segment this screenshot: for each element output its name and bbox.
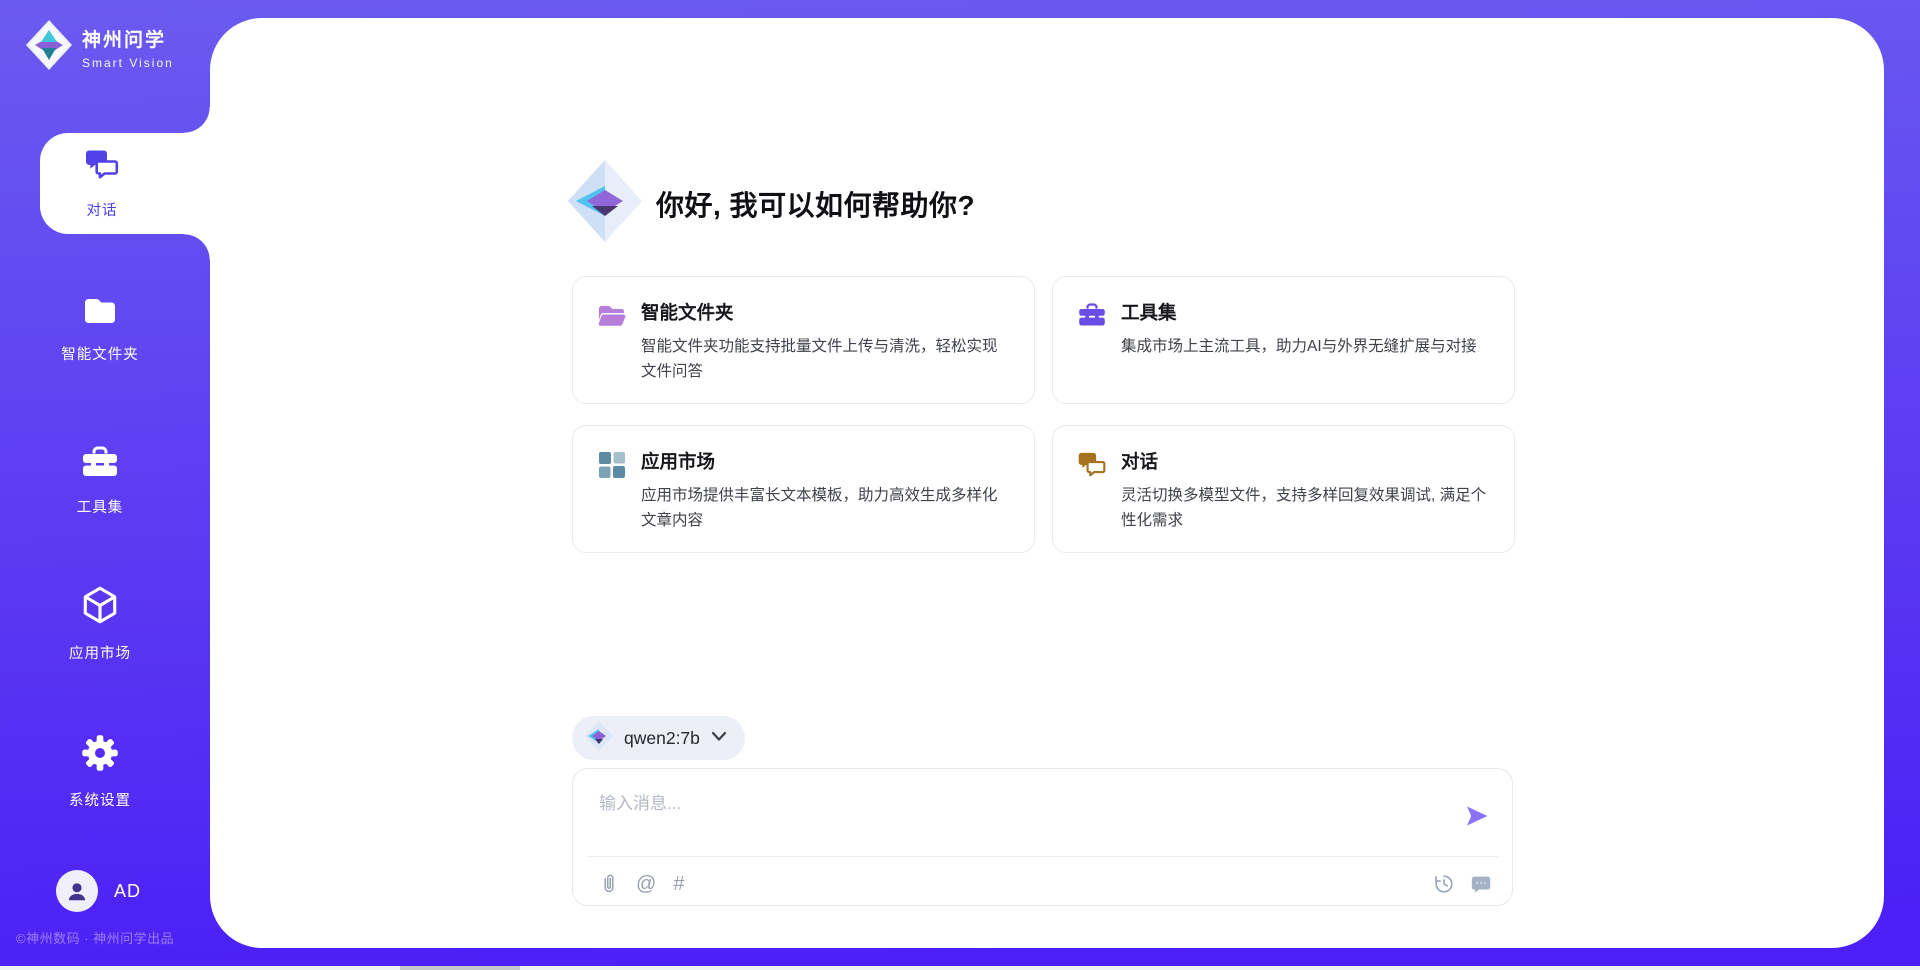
grid-icon [597, 450, 627, 534]
sidebar-item-label: 系统设置 [69, 789, 131, 810]
brand-name: 神州问学 [82, 25, 174, 52]
sidebar-item-label: 工具集 [77, 496, 124, 517]
copyright-footer: ©神州数码 · 神州问学出品 [16, 928, 174, 947]
greeting: 你好, 我可以如何帮助你? [568, 160, 975, 247]
comment-icon [1470, 873, 1492, 895]
main-content-panel: 你好, 我可以如何帮助你? 智能文件夹 智能文件夹功能支持批量文件上传与清洗，轻… [210, 18, 1884, 948]
chevron-down-icon [711, 729, 727, 747]
card-smart-folder[interactable]: 智能文件夹 智能文件夹功能支持批量文件上传与清洗，轻松实现文件问答 [572, 276, 1035, 404]
composer-toolbar: @ # [599, 868, 1492, 900]
sidebar-item-app-market[interactable]: 应用市场 [0, 584, 200, 663]
feature-cards: 智能文件夹 智能文件夹功能支持批量文件上传与清洗，轻松实现文件问答 工具集 集成… [572, 276, 1516, 553]
card-description: 智能文件夹功能支持批量文件上传与清洗，轻松实现文件问答 [641, 334, 1008, 384]
user-initials: AD [114, 881, 141, 902]
composer-divider [587, 856, 1498, 857]
sidebar-item-chat[interactable]: 对话 [40, 133, 210, 234]
hashtag-button[interactable]: # [673, 874, 684, 894]
avatar [56, 870, 98, 912]
card-chat[interactable]: 对话 灵活切换多模型文件，支持多样回复效果调试, 满足个性化需求 [1052, 425, 1515, 553]
chat-bubbles-icon [1077, 450, 1107, 534]
user-profile[interactable]: AD [56, 870, 141, 912]
chat-bubbles-icon [84, 147, 120, 188]
history-button[interactable] [1433, 873, 1455, 895]
model-name: qwen2:7b [624, 728, 700, 749]
app-logo: 神州问学 Smart Vision [26, 20, 174, 75]
gear-icon [80, 733, 120, 778]
toolbox-icon [1077, 301, 1107, 385]
hashtag-icon: # [673, 873, 684, 895]
message-input[interactable] [587, 779, 1452, 851]
card-toolset[interactable]: 工具集 集成市场上主流工具，助力AI与外界无缝扩展与对接 [1052, 276, 1515, 404]
sidebar-item-toolset[interactable]: 工具集 [0, 444, 200, 517]
card-title: 应用市场 [641, 448, 1008, 474]
brand-subtitle: Smart Vision [82, 56, 174, 70]
message-composer: @ # [572, 768, 1513, 906]
card-title: 工具集 [1121, 299, 1477, 325]
model-selector[interactable]: qwen2:7b [572, 716, 745, 760]
sidebar-item-settings[interactable]: 系统设置 [0, 733, 200, 810]
card-description: 应用市场提供丰富长文本模板，助力高效生成多样化文章内容 [641, 483, 1008, 533]
scrollbar-thumb[interactable] [400, 966, 520, 970]
horizontal-scrollbar[interactable] [0, 966, 1920, 970]
card-app-market[interactable]: 应用市场 应用市场提供丰富长文本模板，助力高效生成多样化文章内容 [572, 425, 1035, 553]
sidebar-item-smart-folder[interactable]: 智能文件夹 [0, 293, 200, 364]
mention-icon: @ [636, 873, 656, 895]
brand-diamond-icon [26, 20, 72, 75]
model-diamond-icon [585, 721, 613, 756]
card-title: 智能文件夹 [641, 299, 1008, 325]
attach-file-button[interactable] [599, 873, 619, 895]
folder-open-icon [597, 301, 627, 385]
toolbox-icon [80, 444, 120, 485]
sidebar-item-label: 应用市场 [69, 642, 131, 663]
folder-icon [81, 293, 119, 332]
paperclip-icon [599, 873, 619, 895]
assistant-diamond-icon [568, 160, 642, 247]
sidebar-item-label: 智能文件夹 [61, 343, 139, 364]
card-title: 对话 [1121, 448, 1488, 474]
card-description: 灵活切换多模型文件，支持多样回复效果调试, 满足个性化需求 [1121, 483, 1488, 533]
card-description: 集成市场上主流工具，助力AI与外界无缝扩展与对接 [1121, 334, 1477, 359]
cube-icon [79, 584, 121, 631]
send-button[interactable] [1464, 803, 1490, 829]
sidebar-item-label: 对话 [87, 199, 118, 220]
greeting-title: 你好, 我可以如何帮助你? [656, 184, 975, 224]
mention-button[interactable]: @ [636, 874, 656, 894]
feedback-button[interactable] [1470, 873, 1492, 895]
history-icon [1433, 873, 1455, 895]
send-icon [1464, 803, 1490, 829]
